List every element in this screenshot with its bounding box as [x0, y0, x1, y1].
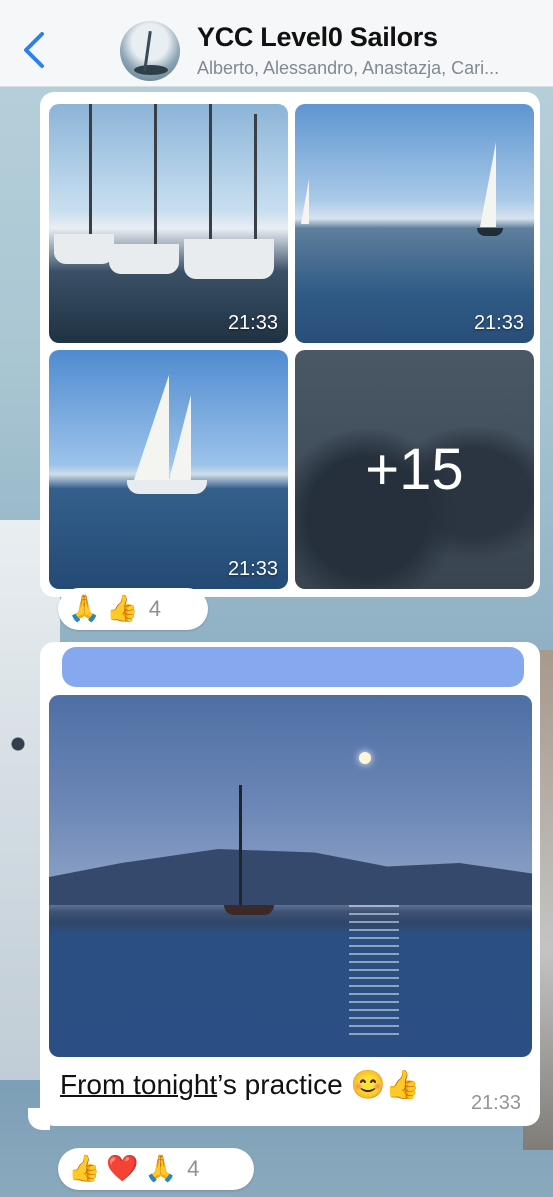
- chevron-left-icon[interactable]: [22, 30, 46, 70]
- moon: [359, 752, 371, 764]
- message-reactions[interactable]: 👍 ❤️ 🙏 4: [58, 1148, 254, 1190]
- chat-title[interactable]: YCC Level0 Sailors: [197, 22, 438, 53]
- caption-text: ’s practice 😊👍: [217, 1069, 421, 1100]
- photo-sailboat-near[interactable]: 21:33: [49, 350, 288, 589]
- photo-sunset-practice[interactable]: [49, 695, 532, 1057]
- album-reactions[interactable]: 🙏 👍 4: [58, 588, 208, 630]
- group-avatar[interactable]: [120, 21, 180, 81]
- photo-more-overlay[interactable]: +15: [295, 350, 534, 589]
- chat-members[interactable]: Alberto, Alessandro, Anastazja, Cari...: [197, 58, 553, 79]
- message-time: 21:33: [470, 1092, 521, 1114]
- reaction-thumbs-up-emoji: 👍: [106, 594, 139, 624]
- message-caption: From tonight’s practice 😊👍: [60, 1068, 420, 1101]
- photo-marina[interactable]: 21:33: [49, 104, 288, 343]
- photo-time: 21:33: [473, 312, 524, 334]
- reply-quote-bar[interactable]: [62, 647, 524, 687]
- photo-time: 21:33: [227, 558, 278, 580]
- caption-link[interactable]: From tonight: [60, 1069, 217, 1100]
- reaction-pray-emoji: 🙏: [144, 1154, 178, 1184]
- reaction-heart-emoji: ❤️: [106, 1154, 139, 1184]
- reaction-thumbs-up-emoji: 👍: [68, 1154, 101, 1184]
- reaction-count: 4: [187, 1156, 200, 1181]
- photo-sailboat-far[interactable]: 21:33: [295, 104, 534, 343]
- reaction-pray-emoji: 🙏: [68, 594, 101, 624]
- reaction-count: 4: [148, 596, 161, 621]
- photo-time: 21:33: [227, 312, 278, 334]
- bubble-tail: [28, 1108, 50, 1130]
- more-photos-count: +15: [365, 437, 464, 502]
- chat-header: YCC Level0 Sailors Alberto, Alessandro, …: [0, 0, 553, 87]
